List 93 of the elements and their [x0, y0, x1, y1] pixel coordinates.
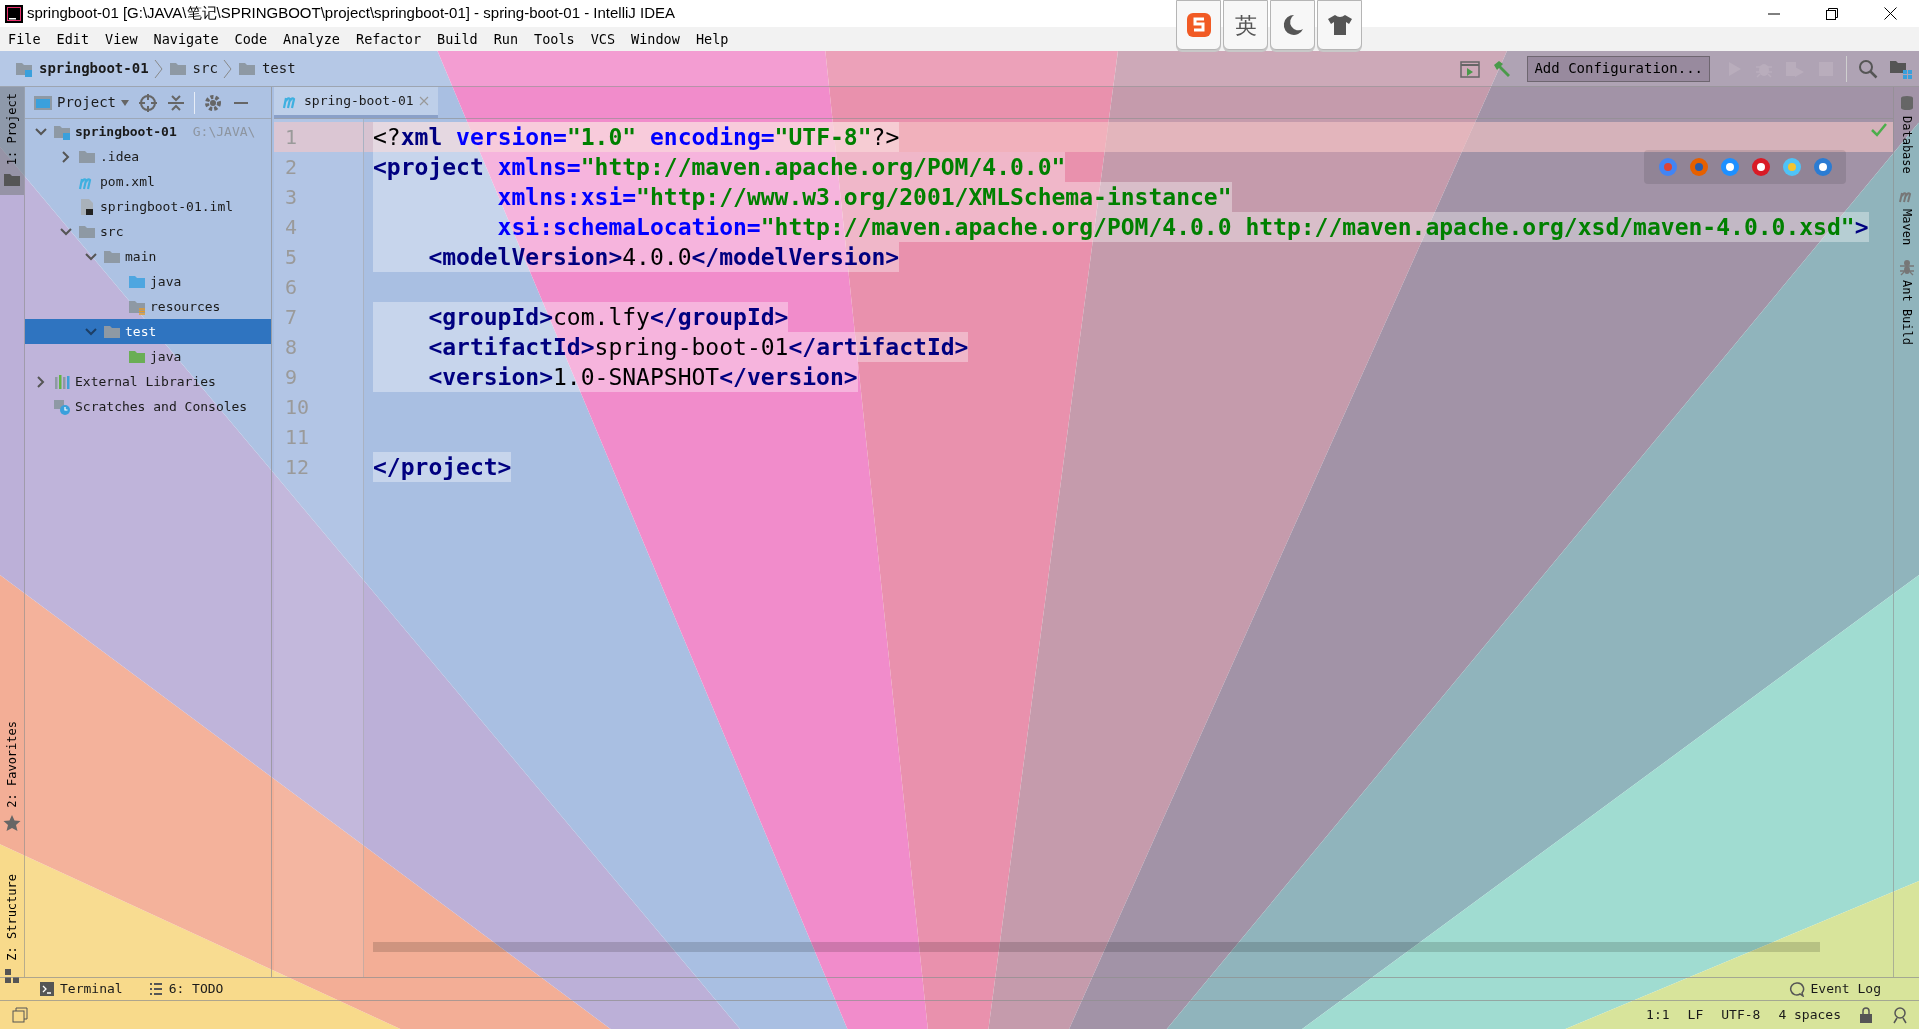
menu-item[interactable]: View [105, 28, 138, 50]
tree-item[interactable]: .idea [25, 144, 271, 169]
browser-icon[interactable] [1781, 157, 1802, 177]
tree-item[interactable]: java [25, 269, 271, 294]
status-item[interactable]: 1:1 [1646, 1005, 1670, 1025]
menu-item[interactable]: Build [437, 28, 478, 50]
tree-item[interactable]: springboot-01.iml [25, 194, 271, 219]
status-item[interactable]: LF [1687, 1005, 1704, 1025]
star-icon [3, 813, 21, 832]
menu-item[interactable]: Window [631, 28, 680, 50]
breadcrumb[interactable]: springboot-01 [12, 58, 152, 79]
menu-item[interactable]: Code [234, 28, 268, 50]
tool-window-tab[interactable]: Database [1897, 95, 1916, 174]
run-window-icon[interactable] [1459, 58, 1482, 79]
line-number: 11 [285, 424, 310, 451]
line-number: 6 [285, 274, 298, 301]
tree-item[interactable]: src [25, 219, 271, 244]
speech-bubble-icon [1788, 981, 1805, 997]
night-mode-button[interactable] [1270, 0, 1315, 50]
tool-window-tab[interactable]: Ant Build [1897, 258, 1916, 345]
ime-logo-button[interactable] [1176, 0, 1221, 50]
close-icon[interactable] [417, 95, 430, 107]
status-item[interactable]: UTF-8 [1721, 1005, 1761, 1025]
tree-item[interactable]: Scratches and Consoles [25, 394, 271, 419]
line-number: 3 [285, 184, 298, 211]
tool-window-tab[interactable]: Z: Structure [0, 867, 24, 991]
list-icon [148, 982, 163, 996]
horizontal-scrollbar[interactable] [373, 942, 1820, 952]
run-configuration-dropdown[interactable]: Add Configuration... [1527, 55, 1710, 82]
locate-icon[interactable] [138, 92, 158, 113]
browser-icon[interactable] [1812, 157, 1833, 177]
restore-icon [1826, 7, 1838, 20]
check-icon [1871, 123, 1887, 137]
status-item[interactable]: 4 spaces [1778, 1005, 1841, 1025]
minimize-icon [1768, 12, 1780, 15]
menu-item[interactable]: Help [695, 28, 729, 50]
line-number: 12 [285, 454, 310, 481]
toggle-tool-windows-icon[interactable] [12, 1007, 28, 1023]
menu-item[interactable]: Tools [534, 28, 575, 50]
line-number: 4 [285, 214, 298, 241]
tool-window-tab[interactable]: 2: Favorites [0, 715, 24, 838]
menu-item[interactable]: Analyze [283, 28, 340, 50]
ant-icon [1898, 258, 1915, 276]
tree-item[interactable]: main [25, 244, 271, 269]
breadcrumb[interactable]: test [234, 58, 299, 79]
lock-icon[interactable] [1859, 1007, 1873, 1023]
close-icon [1883, 7, 1897, 20]
shirt-icon [1325, 12, 1354, 38]
library-icon [53, 372, 71, 391]
line-number: 2 [285, 154, 298, 181]
menu-item[interactable]: Run [493, 28, 519, 50]
tool-window-tab[interactable]: Terminal [40, 979, 123, 999]
browser-icon[interactable] [1750, 157, 1771, 177]
line-number: 1 [285, 124, 298, 151]
tree-item[interactable]: External Libraries [25, 369, 271, 394]
collapse-all-icon[interactable] [166, 92, 186, 113]
terminal-icon [40, 982, 54, 996]
skin-button[interactable] [1317, 0, 1362, 50]
inspector-icon[interactable] [1891, 1006, 1909, 1024]
tool-window-tab[interactable]: 1: Project [0, 87, 24, 196]
ime-logo-icon [1184, 11, 1213, 39]
tree-item[interactable]: springboot-01 G:\JAVA\ [25, 119, 271, 144]
search-icon[interactable] [1857, 57, 1879, 80]
tree-item[interactable]: pom.xml [25, 169, 271, 194]
structure-icon [3, 966, 21, 985]
path-hint: G:\JAVA\ [192, 122, 256, 141]
database-icon [1898, 95, 1915, 112]
breadcrumb[interactable]: src [165, 58, 221, 79]
line-number: 8 [285, 334, 298, 361]
editor-tab[interactable]: spring-boot-01 [274, 87, 438, 118]
line-number: 5 [285, 244, 298, 271]
browser-icon[interactable] [1719, 157, 1740, 177]
menu-item[interactable]: VCS [590, 28, 616, 50]
tree-item[interactable]: test [25, 319, 271, 344]
menu-item[interactable]: Navigate [153, 28, 219, 50]
line-number: 9 [285, 364, 298, 391]
window-title: springboot-01 [G:\JAVA\笔记\SPRINGBOOT\project\springboot-01] - spring-boot-01 - IntelliJ IDEA [27, 3, 676, 24]
tree-item[interactable]: resources [25, 294, 271, 319]
tool-window-tab[interactable]: 6: TODO [148, 979, 224, 999]
language-button[interactable]: 英 [1223, 0, 1268, 50]
scratch-file-icon [53, 397, 71, 416]
menu-item[interactable]: Edit [56, 28, 90, 50]
view-dropdown[interactable]: Project [33, 92, 130, 113]
menu-item[interactable]: File [8, 28, 41, 50]
event-log-button[interactable]: Event Log [1788, 979, 1881, 999]
line-number: 7 [285, 304, 298, 331]
app-logo-icon [5, 4, 23, 23]
tool-window-tab[interactable]: Maven [1897, 187, 1916, 245]
menu-item[interactable]: Refactor [356, 28, 422, 50]
settings-icon[interactable] [203, 92, 223, 113]
line-number: 10 [285, 394, 310, 421]
tree-item[interactable]: java [25, 344, 271, 369]
caret-icon [120, 98, 130, 107]
